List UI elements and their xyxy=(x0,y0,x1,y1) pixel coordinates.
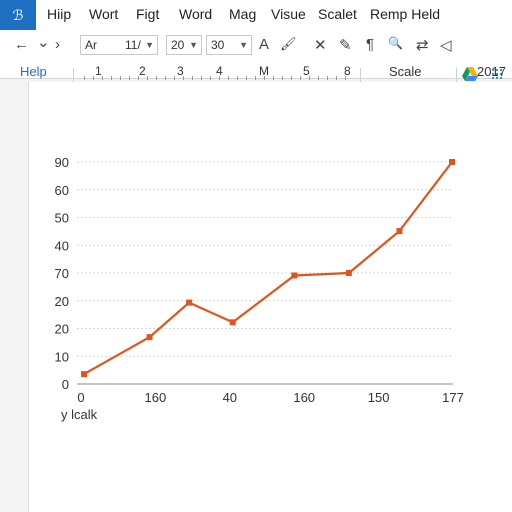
x-tick-label: 40 xyxy=(223,390,237,405)
close-icon[interactable]: ✕ xyxy=(314,36,327,54)
data-point xyxy=(229,319,236,326)
help-link[interactable]: Help xyxy=(20,64,47,79)
x-tick-label: 150 xyxy=(368,390,390,405)
zoom-a-value: 20 xyxy=(171,38,185,52)
x-tick-label: 0 xyxy=(77,390,84,405)
x-axis-label: y lcalk xyxy=(61,407,98,422)
document-page: 0 10 20 20 70 40 50 60 90 0 160 40 160 150 177 y lcal… xyxy=(28,82,512,512)
y-tick-label: 70 xyxy=(55,266,69,281)
y-tick-label: 50 xyxy=(55,211,69,226)
ruler-number: 1 xyxy=(95,64,102,78)
line-chart: 0 10 20 20 70 40 50 60 90 0 160 40 160 150 177 y lcal… xyxy=(55,155,464,422)
y-tick-label: 20 xyxy=(55,322,69,337)
data-point xyxy=(81,371,87,378)
ruler-number: 2 xyxy=(139,64,146,78)
year-label: 2017 xyxy=(477,64,506,79)
chevron-down-icon: ▼ xyxy=(239,40,248,50)
swap-icon[interactable]: ⇄ xyxy=(416,36,429,54)
data-point xyxy=(396,228,403,235)
font-name-value: Ar xyxy=(85,38,97,52)
menu-item-word[interactable]: Word xyxy=(179,6,212,22)
data-point xyxy=(186,299,193,306)
chevron-down-icon: ▼ xyxy=(189,40,198,50)
x-tick-label: 160 xyxy=(145,390,167,405)
x-tick-label: 177 xyxy=(442,390,464,405)
paragraph-icon[interactable]: ¶ xyxy=(366,36,374,53)
ruler-number: 3 xyxy=(177,64,184,78)
font-size-value: 11/ xyxy=(125,38,141,52)
data-point xyxy=(146,334,153,341)
data-point xyxy=(345,270,352,276)
pen-icon[interactable]: ✎ xyxy=(339,36,352,54)
back-triangle-icon[interactable]: ◁ xyxy=(440,36,452,54)
ruler-number: 4 xyxy=(216,64,223,78)
menu-item-wort[interactable]: Wort xyxy=(89,6,118,22)
y-tick-label: 90 xyxy=(55,155,69,170)
x-tick-label: 160 xyxy=(293,390,315,405)
ruler-number: 8 xyxy=(344,64,351,78)
chevron-down-icon: ▼ xyxy=(145,40,154,50)
zoom-b-value: 30 xyxy=(211,38,225,52)
menu-item-scalet[interactable]: Scalet xyxy=(318,6,357,22)
toolbar: ← ⌄ › Ar 11/ ▼ 20 ▼ 30 ▼ A 🖌 ✕ ✎ ¶ 🔍 ⇄ ◁… xyxy=(0,30,512,106)
menu-item-mag[interactable]: Mag xyxy=(229,6,256,22)
menu-bar: ℬ Hiip Wort Figt Word Mag Visue Scalet R… xyxy=(0,0,512,30)
scale-label: Scale xyxy=(389,64,422,79)
menu-item-hiip[interactable]: Hiip xyxy=(47,6,71,22)
menu-item-figt[interactable]: Figt xyxy=(136,6,159,22)
y-tick-label: 20 xyxy=(55,294,69,309)
forward-arrow-icon[interactable]: › xyxy=(55,36,60,53)
series-line xyxy=(83,161,453,376)
zoom-b-select[interactable]: 30 ▼ xyxy=(206,35,252,55)
zoom-a-select[interactable]: 20 ▼ xyxy=(166,35,202,55)
font-color-icon[interactable]: A xyxy=(259,36,269,53)
brush-icon[interactable]: 🖌 xyxy=(280,36,297,52)
app-icon[interactable]: ℬ xyxy=(0,0,36,30)
y-tick-label: 40 xyxy=(55,238,69,253)
ruler-number: M xyxy=(259,64,269,78)
ruler-number: 5 xyxy=(303,64,310,78)
search-icon[interactable]: 🔍 xyxy=(388,36,403,50)
y-tick-label: 60 xyxy=(55,183,69,198)
y-tick-label: 10 xyxy=(55,349,69,364)
data-point xyxy=(291,272,298,279)
data-point xyxy=(449,159,455,165)
chevron-down-icon[interactable]: ⌄ xyxy=(37,33,50,51)
menu-item-visue[interactable]: Visue xyxy=(271,6,306,22)
font-name-select[interactable]: Ar 11/ ▼ xyxy=(80,35,158,55)
back-arrow-icon[interactable]: ← xyxy=(14,36,29,53)
menu-item-remp-held[interactable]: Remp Held xyxy=(370,6,440,22)
drive-icon[interactable] xyxy=(462,66,478,82)
y-tick-label: 0 xyxy=(62,377,69,392)
